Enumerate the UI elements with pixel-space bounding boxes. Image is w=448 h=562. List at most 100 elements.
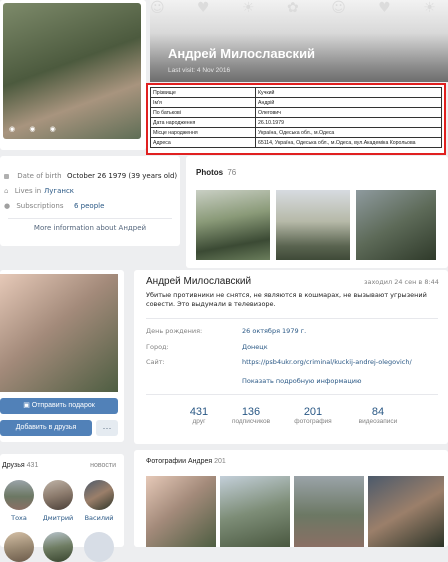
stat-photos[interactable]: 201 фотография: [288, 406, 338, 425]
person-icon: ●: [4, 202, 11, 210]
top-profile-name: Андрей Милославский: [168, 46, 316, 61]
bottom-photo-2[interactable]: [220, 476, 290, 547]
friends-title[interactable]: Друзья: [2, 462, 25, 469]
friends-header: Друзья 431 новости: [2, 462, 122, 469]
more-info-divider: [8, 218, 172, 219]
bottom-avatar-card: ▣ Отправить подарок Добавить в друзья ··…: [0, 270, 124, 442]
friend-avatar-3[interactable]: [84, 480, 114, 510]
bottom-profile-name: Андрей Милославский: [146, 276, 252, 287]
dob-label: Date of birth: [17, 172, 62, 180]
bottom-photo-4[interactable]: [368, 476, 444, 547]
field-label-site: Сайт:: [146, 358, 165, 366]
info-table-key: Місце народження: [150, 127, 256, 138]
bottom-photos-card: Фотографии Андрея 201: [134, 450, 448, 547]
bottom-status-time: заходил 24 сен в 8:44: [364, 278, 439, 286]
send-gift-button[interactable]: ▣ Отправить подарок: [0, 398, 118, 414]
info-table-key: По батькові: [150, 107, 256, 118]
bottom-photos-title[interactable]: Фотографии Андрея: [146, 458, 212, 465]
top-profile-section: ◉ ◉ ◉ ☺ ♥ ☀ ✿ ☺ ♥ ☀ ✿ ☺ ♥ Андрей Милосла…: [0, 0, 448, 270]
friend-name-1[interactable]: Тоха: [4, 514, 34, 522]
info-table: Прізвище Кучкий Ім'я Андрій По батькові Олего…: [150, 87, 442, 148]
show-more-info-link[interactable]: Показать подробную информацию: [242, 377, 362, 385]
info-table-value: 65114, Україна, Одеська обл., м.Одеса, в…: [255, 137, 442, 148]
more-actions-button[interactable]: ···: [96, 420, 118, 436]
top-photos-count: 76: [227, 168, 237, 177]
avatar-overlay-icons: ◉ ◉ ◉: [9, 125, 62, 133]
field-value-city[interactable]: Донецк: [242, 343, 268, 351]
field-value-birthday[interactable]: 26 октября 1979 г.: [242, 327, 306, 335]
friend-avatar-5[interactable]: [43, 532, 73, 562]
send-gift-label: Отправить подарок: [31, 402, 95, 409]
top-cover: ☺ ♥ ☀ ✿ ☺ ♥ ☀ ✿ ☺ ♥ Андрей Милославский …: [150, 0, 448, 82]
top-photo-3[interactable]: [356, 190, 436, 260]
bottom-info-card: Андрей Милославский заходил 24 сен в 8:4…: [134, 270, 448, 444]
field-label-birthday: День рождения:: [146, 327, 203, 335]
friend-name-2[interactable]: Дмитрий: [38, 514, 78, 522]
stat-videos[interactable]: 84 видеозаписи: [350, 406, 406, 425]
bottom-photo-1[interactable]: [146, 476, 216, 547]
stat-followers-label: подписчиков: [231, 418, 271, 425]
stat-followers[interactable]: 136 подписчиков: [226, 406, 276, 425]
friends-count: 431: [26, 462, 39, 469]
lives-label: Lives in: [14, 187, 42, 195]
gift-button-icon: ▣: [23, 402, 30, 409]
dob-value: October 26 1979 (39 years old): [67, 172, 178, 180]
stat-friends-label: друг: [192, 418, 206, 425]
stat-friends-num: 431: [189, 406, 209, 418]
top-last-visit: Last visit: 4 Nov 2016: [168, 67, 231, 74]
friend-avatar-6[interactable]: [84, 532, 114, 562]
field-value-site[interactable]: https://psb4ukr.org/criminal/kuckij-andr…: [242, 358, 412, 366]
bottom-photos-count: 201: [214, 458, 226, 465]
info-table-value: Україна, Одеська обл., м.Одеса: [255, 127, 442, 138]
info-table-value: Олегович: [255, 107, 442, 118]
stat-friends[interactable]: 431 друг: [174, 406, 224, 425]
stat-photos-num: 201: [303, 406, 323, 418]
add-friend-button[interactable]: Добавить в друзья: [0, 420, 92, 436]
friend-avatar-4[interactable]: [4, 532, 34, 562]
home-icon: ⌂: [4, 187, 9, 195]
info-table-value: 26.10.1979: [255, 117, 442, 128]
cover-pattern: ☺ ♥ ☀ ✿ ☺ ♥ ☀ ✿ ☺ ♥: [150, 0, 448, 16]
info-table-key: Ім'я: [150, 97, 256, 108]
friend-avatar-2[interactable]: [43, 480, 73, 510]
info-table-key: Дата народження: [150, 117, 256, 128]
add-friend-label: Добавить в друзья: [15, 424, 77, 431]
lives-value[interactable]: Луганск: [44, 187, 74, 195]
info-table-value: Андрій: [255, 97, 442, 108]
top-details-card: Date of birth October 26 1979 (39 years …: [0, 156, 180, 246]
info-table-row: По батькові Олегович: [150, 107, 442, 118]
info-table-key: Прізвище: [150, 87, 256, 98]
bottom-photos-header: Фотографии Андрея 201: [146, 458, 226, 465]
info-table-row: Дата народження 26.10.1979: [150, 117, 442, 128]
top-avatar-card: ◉ ◉ ◉: [0, 0, 146, 150]
stat-videos-label: видеозаписи: [358, 418, 398, 425]
friend-avatar-1[interactable]: [4, 480, 34, 510]
more-info-link[interactable]: More information about Андрей: [0, 224, 180, 232]
friend-name-3[interactable]: Василий: [80, 514, 118, 522]
subs-label: Subscriptions: [16, 202, 64, 210]
friends-news-link[interactable]: новости: [90, 462, 116, 469]
info-table-box: Прізвище Кучкий Ім'я Андрій По батькові Олего…: [146, 83, 446, 155]
info-table-row: Місце народження Україна, Одеська обл., м…: [150, 127, 442, 138]
subs-value[interactable]: 6 people: [74, 202, 104, 210]
field-label-city: Город:: [146, 343, 169, 351]
top-photo-1[interactable]: [196, 190, 270, 260]
top-photos-title[interactable]: Photos: [196, 168, 223, 177]
top-photos-card: Photos 76: [186, 156, 448, 268]
bottom-avatar-photo[interactable]: [0, 274, 118, 392]
more-dots-icon: ···: [102, 423, 112, 433]
info-table-row: Адреса 65114, Україна, Одеська обл., м.Од…: [150, 137, 442, 148]
top-avatar-photo[interactable]: ◉ ◉ ◉: [3, 3, 141, 139]
bottom-photo-3[interactable]: [294, 476, 364, 547]
friends-card: Друзья 431 новости Тоха Дмитрий Василий: [0, 454, 124, 562]
info-table-value: Кучкий: [255, 87, 442, 98]
lives-row: ⌂ Lives in Луганск: [4, 187, 180, 197]
info-table-key: Адреса: [150, 137, 256, 148]
bottom-profile-section: ▣ Отправить подарок Добавить в друзья ··…: [0, 270, 448, 562]
bottom-status-divider: [146, 318, 438, 319]
bottom-status-text[interactable]: Убитые противники не снятся, не являются…: [146, 291, 444, 309]
info-table-row: Ім'я Андрій: [150, 97, 442, 108]
top-photos-header: Photos 76: [196, 168, 236, 177]
top-photo-2[interactable]: [276, 190, 350, 260]
gift-icon: [4, 173, 9, 179]
